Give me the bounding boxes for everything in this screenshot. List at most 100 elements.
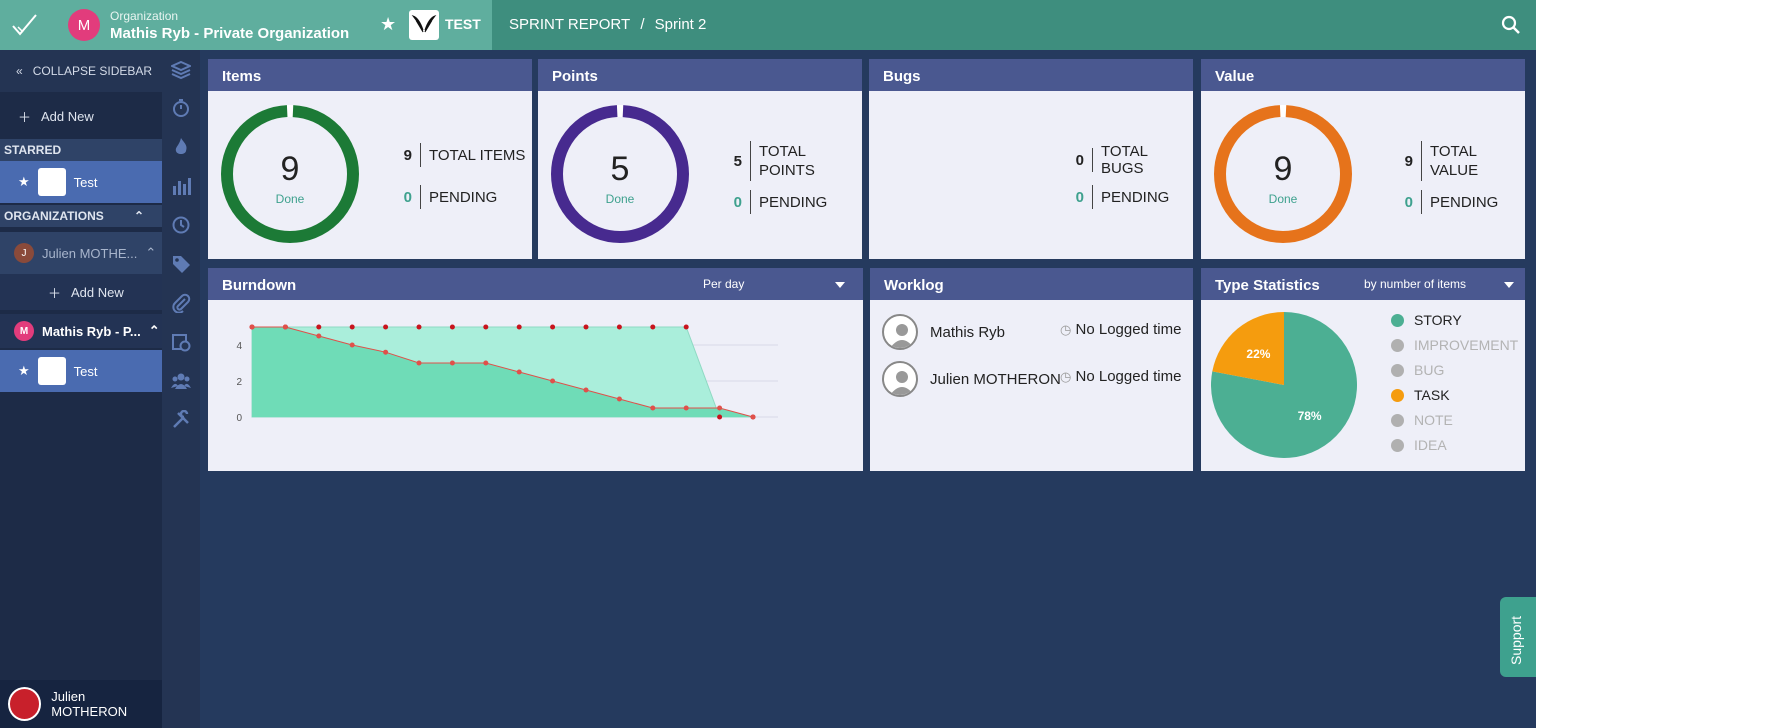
bugs-pending-label: PENDING [1101,188,1170,206]
support-label: Support [1508,615,1524,665]
legend-dot [1391,438,1404,452]
actual-point [550,378,556,384]
breadcrumb-separator: / [640,16,645,33]
legend-item-bug[interactable]: BUG [1391,362,1444,378]
bugs-card-title: Bugs [869,59,1193,91]
worklog-user-name: Mathis Ryb [930,323,1006,341]
add-new-label: Add New [41,108,94,124]
type-legend: STORY IMPROVEMENT BUG TASK NOTE IDEA [1391,312,1521,462]
sidebar-org-julien[interactable]: J Julien MOTHE... ⌃ [0,232,162,274]
sidebar: « COLLAPSE SIDEBAR ＋ Add New STARRED ★ T… [0,50,162,728]
type-statistics-card: Type Statistics by number of items 78% 22… [1201,268,1525,471]
chevron-up-icon[interactable]: ⌃ [145,245,156,261]
stopwatch-icon[interactable] [171,98,191,118]
value-total-value: 9 [1404,152,1413,170]
legend-item-note[interactable]: NOTE [1391,412,1453,428]
org-name: Mathis Ryb - Private Organization [110,25,350,42]
worklog-card-title: Worklog [870,268,1193,300]
add-new-button[interactable]: ＋ Add New [0,100,162,132]
items-pending-label: PENDING [429,188,498,206]
breadcrumb-report[interactable]: SPRINT REPORT [509,16,630,33]
user-menu[interactable]: Julien MOTHERON [0,680,162,728]
project-name: TEST [445,16,481,32]
worklog-row[interactable]: Mathis Ryb [882,312,1005,352]
chevron-down-icon[interactable] [1504,282,1514,288]
ideal-point [316,324,322,330]
org-julien-label: Julien MOTHE... [42,245,138,261]
star-icon[interactable]: ★ [380,14,396,35]
ideal-point [349,324,355,330]
legend-item-task[interactable]: TASK [1391,387,1450,403]
value-done-count: 9 [1273,150,1293,188]
org-project-label: Test [73,363,98,379]
star-icon[interactable]: ★ [18,174,30,190]
org-add-new-button[interactable]: ＋ Add New [0,274,162,310]
star-icon[interactable]: ★ [18,363,30,379]
sidebar-org-mathis[interactable]: M Mathis Ryb - P... ⌃ [0,314,162,348]
support-button[interactable]: Support [1500,597,1536,677]
org-add-new-label: Add New [71,284,124,300]
bugs-total-value: 0 [1075,151,1084,169]
items-card-title: Items [208,59,532,91]
actual-point [750,414,756,420]
legend-item-improvement[interactable]: IMPROVEMENT [1391,337,1518,353]
points-card: Points 5 Done 5 TOTAL POINTS 0 PENDING [538,59,862,259]
org-project-item[interactable]: ★ Test [0,350,162,392]
layers-icon[interactable] [171,60,191,80]
type-pie-chart: 78% 22% [1211,312,1357,458]
value-pending-label: PENDING [1430,193,1499,211]
items-card: Items 9 Done 9 TOTAL ITEMS 0 PENDING [208,59,532,259]
starred-project-item[interactable]: ★ Test [0,161,162,203]
team-icon[interactable] [171,371,191,391]
type-statistics-dropdown[interactable]: by number of items [1364,277,1466,291]
worklog-time-value: No Logged time [1075,321,1182,338]
ideal-point [717,414,723,420]
bar-chart-icon[interactable] [171,176,191,196]
paperclip-icon[interactable] [171,293,191,313]
burndown-chart: 0 2 4 [236,324,778,424]
items-total-value: 9 [403,146,412,164]
points-pending-value: 0 [733,193,742,211]
starred-project-label: Test [73,174,98,190]
worklog-row[interactable]: Julien MOTHERON [882,359,1061,399]
value-total-label-1: TOTAL [1430,143,1477,160]
ideal-point [483,324,489,330]
app-logo[interactable] [0,0,50,50]
actual-point [650,405,656,411]
legend-label: IDEA [1414,437,1447,453]
value-total-label-2: VALUE [1430,162,1479,179]
actual-point [616,396,622,402]
breadcrumb-sprint[interactable]: Sprint 2 [655,16,707,33]
chevron-up-icon[interactable]: ⌃ [149,323,160,339]
project-switcher[interactable]: ★ TEST [368,0,492,50]
organization-switcher[interactable]: M Organization Mathis Ryb - Private Orga… [50,0,368,50]
burndown-card: Burndown Per day 0 2 4 [208,268,863,471]
user-name: Julien MOTHERON [51,689,128,719]
points-total-stat: 5 TOTAL POINTS [732,141,815,181]
history-icon[interactable] [171,215,191,235]
search-icon[interactable] [1500,14,1522,36]
collapse-sidebar-label: COLLAPSE SIDEBAR [32,64,153,78]
legend-item-idea[interactable]: IDEA [1391,437,1447,453]
plus-icon: ＋ [18,109,32,125]
chevron-up-icon[interactable]: ⌃ [134,209,144,223]
ideal-point [583,324,589,330]
tag-icon[interactable] [171,254,191,274]
project-logo [409,10,439,40]
burndown-period-dropdown[interactable]: Per day [703,277,744,291]
worklog-time: ◷ No Logged time [1060,321,1181,338]
org-label: Organization [110,9,179,23]
value-done-label: Done [1268,192,1298,206]
tools-icon[interactable] [171,410,191,430]
ideal-point [683,324,689,330]
legend-label: IMPROVEMENT [1414,337,1519,353]
flame-icon[interactable] [171,137,191,157]
legend-item-story[interactable]: STORY [1391,312,1462,328]
actual-point [349,342,355,348]
collapse-sidebar-button[interactable]: « COLLAPSE SIDEBAR [0,50,162,92]
items-total-label: TOTAL ITEMS [429,146,526,164]
ideal-point [550,324,556,330]
chevron-down-icon[interactable] [835,282,845,288]
value-card-title: Value [1201,59,1525,91]
calendar-clock-icon[interactable] [171,332,191,352]
